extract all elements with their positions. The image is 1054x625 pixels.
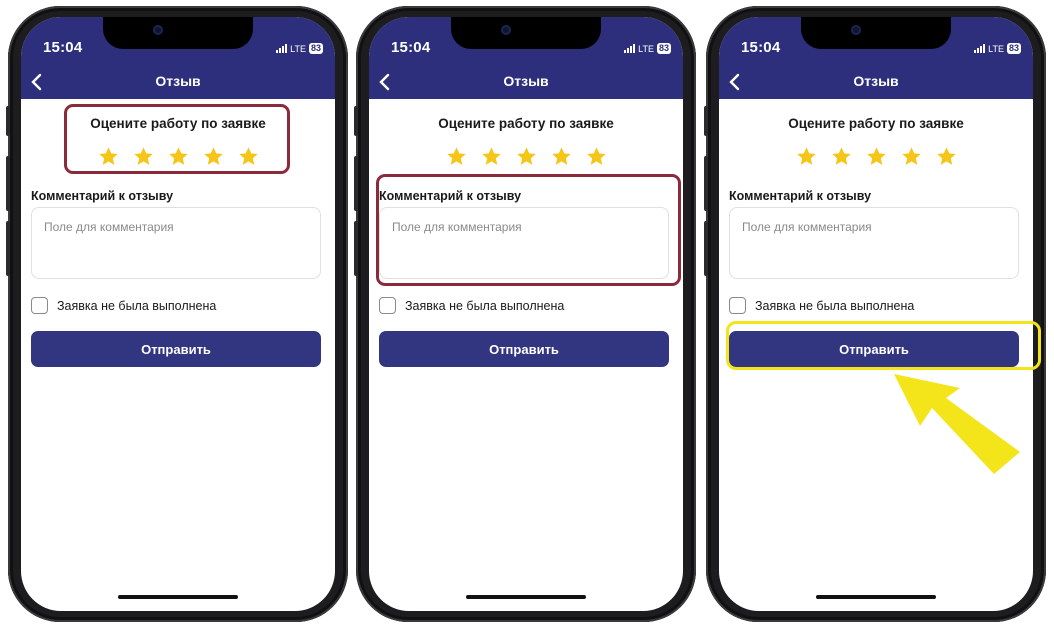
star-icon[interactable] (866, 146, 887, 167)
nav-bar: Отзыв (21, 65, 335, 99)
volume-down-button (6, 221, 10, 276)
rating-stars (719, 146, 1033, 167)
notch (451, 17, 601, 49)
battery-icon: 83 (1006, 43, 1021, 54)
not-completed-checkbox[interactable] (729, 297, 746, 314)
mute-switch (704, 106, 708, 136)
battery-icon: 83 (656, 43, 671, 54)
notch (103, 17, 253, 49)
checkbox-label: Заявка не была выполнена (57, 298, 217, 313)
comment-field[interactable]: Поле для комментария (729, 207, 1019, 279)
volume-down-button (354, 221, 358, 276)
star-icon[interactable] (586, 146, 607, 167)
volume-up-button (6, 156, 10, 211)
comment-field[interactable]: Поле для комментария (31, 207, 321, 279)
network-type: LTE (638, 43, 654, 54)
network-status: LTE 83 (974, 43, 1021, 54)
star-icon[interactable] (238, 146, 259, 167)
comment-placeholder: Поле для комментария (392, 220, 522, 234)
mute-switch (354, 106, 358, 136)
phone-screen: 15:04 LTE 83 Отзыв Оцените работу по зая… (719, 17, 1033, 611)
rating-title: Оцените работу по заявке (788, 116, 964, 131)
comment-field[interactable]: Поле для комментария (379, 207, 669, 279)
submit-button[interactable]: Отправить (31, 331, 321, 367)
page-title: Отзыв (853, 73, 899, 89)
phone-2: 15:04 LTE 83 Отзыв Оцените работу по зая… (354, 6, 696, 622)
star-icon[interactable] (168, 146, 189, 167)
star-icon[interactable] (936, 146, 957, 167)
volume-up-button (704, 156, 708, 211)
status-bar: 15:04 LTE 83 (369, 17, 683, 65)
signal-icon (974, 44, 986, 53)
camera-icon (153, 25, 163, 35)
star-icon[interactable] (98, 146, 119, 167)
page-title: Отзыв (155, 73, 201, 89)
not-completed-checkbox[interactable] (379, 297, 396, 314)
comment-label: Комментарий к отзыву (379, 189, 522, 203)
not-completed-checkbox[interactable] (31, 297, 48, 314)
home-indicator (118, 595, 238, 599)
not-completed-checkbox-row[interactable]: Заявка не была выполнена (31, 297, 216, 314)
star-icon[interactable] (551, 146, 572, 167)
star-icon[interactable] (446, 146, 467, 167)
submit-button[interactable]: Отправить (379, 331, 669, 367)
camera-icon (851, 25, 861, 35)
star-icon[interactable] (831, 146, 852, 167)
status-time: 15:04 (741, 39, 781, 56)
checkbox-label: Заявка не была выполнена (755, 298, 915, 313)
pointer-arrow-icon (894, 374, 1020, 474)
comment-label: Комментарий к отзыву (31, 189, 174, 203)
rating-stars (21, 146, 335, 167)
rating-stars (369, 146, 683, 167)
star-icon[interactable] (133, 146, 154, 167)
signal-icon (624, 44, 636, 53)
checkbox-label: Заявка не была выполнена (405, 298, 565, 313)
network-status: LTE 83 (624, 43, 671, 54)
network-type: LTE (988, 43, 1004, 54)
star-icon[interactable] (796, 146, 817, 167)
nav-bar: Отзыв (369, 65, 683, 99)
phone-3: 15:04 LTE 83 Отзыв Оцените работу по зая… (704, 6, 1046, 622)
phone-screen: 15:04 LTE 83 Отзыв Оцените работу по зая… (21, 17, 335, 611)
phone-screen: 15:04 LTE 83 Отзыв Оцените работу по зая… (369, 17, 683, 611)
network-status: LTE 83 (276, 43, 323, 54)
network-type: LTE (290, 43, 306, 54)
status-time: 15:04 (43, 39, 83, 56)
page-title: Отзыв (503, 73, 549, 89)
phone-1: 15:04 LTE 83 Отзыв Оцените работу по зая… (6, 6, 348, 622)
star-icon[interactable] (481, 146, 502, 167)
battery-icon: 83 (308, 43, 323, 54)
nav-bar: Отзыв (719, 65, 1033, 99)
notch (801, 17, 951, 49)
comment-label: Комментарий к отзыву (729, 189, 872, 203)
not-completed-checkbox-row[interactable]: Заявка не была выполнена (379, 297, 564, 314)
status-bar: 15:04 LTE 83 (21, 17, 335, 65)
camera-icon (501, 25, 511, 35)
submit-button[interactable]: Отправить (729, 331, 1019, 367)
star-icon[interactable] (203, 146, 224, 167)
not-completed-checkbox-row[interactable]: Заявка не была выполнена (729, 297, 914, 314)
mute-switch (6, 106, 10, 136)
rating-title: Оцените работу по заявке (438, 116, 614, 131)
volume-down-button (704, 221, 708, 276)
status-bar: 15:04 LTE 83 (719, 17, 1033, 65)
volume-up-button (354, 156, 358, 211)
rating-title: Оцените работу по заявке (90, 116, 266, 131)
comment-placeholder: Поле для комментария (44, 220, 174, 234)
home-indicator (816, 595, 936, 599)
status-time: 15:04 (391, 39, 431, 56)
comment-placeholder: Поле для комментария (742, 220, 872, 234)
signal-icon (276, 44, 288, 53)
home-indicator (466, 595, 586, 599)
star-icon[interactable] (901, 146, 922, 167)
star-icon[interactable] (516, 146, 537, 167)
